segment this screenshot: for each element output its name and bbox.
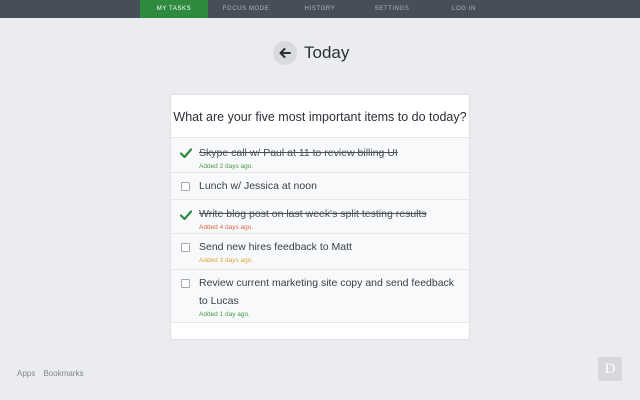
tasks-card: What are your five most important items … — [170, 94, 470, 340]
card-title: What are your five most important items … — [171, 95, 469, 138]
task-meta: Added 4 days ago. — [199, 224, 254, 231]
task-text: Write blog post on last week's split tes… — [199, 208, 427, 220]
back-button[interactable] — [273, 41, 297, 65]
page-title: Today — [304, 43, 350, 62]
checkmark-icon[interactable] — [180, 148, 192, 158]
page-header: Today — [273, 41, 349, 65]
arrow-left-icon — [279, 48, 291, 58]
nav-menu: MY TASKS FOCUS MODE HISTORY SETTINGS LOG… — [140, 0, 500, 18]
task-text: Send new hires feedback to Matt — [199, 241, 352, 253]
nav-settings[interactable]: SETTINGS — [356, 0, 428, 18]
task-text: Lunch w/ Jessica at noon — [199, 180, 317, 192]
task-text: Review current marketing site copy and s… — [199, 277, 455, 307]
task-item: Write blog post on last week's split tes… — [171, 200, 469, 234]
task-text: Skype call w/ Paul at 11 to review billi… — [199, 147, 398, 159]
task-item: Lunch w/ Jessica at noon — [171, 173, 469, 200]
task-item: Skype call w/ Paul at 11 to review billi… — [171, 138, 469, 173]
nav-log-in[interactable]: LOG IN — [428, 0, 500, 18]
checkbox[interactable] — [181, 243, 190, 252]
task-meta: Added 1 day ago. — [199, 311, 250, 318]
logo-icon: D — [598, 357, 622, 381]
checkmark-icon[interactable] — [180, 210, 192, 220]
checkbox[interactable] — [181, 182, 190, 191]
checkbox[interactable] — [181, 279, 190, 288]
apps-link[interactable]: Apps — [17, 369, 35, 378]
bookmarks-link[interactable]: Bookmarks — [43, 369, 83, 378]
footer-links: Apps Bookmarks — [17, 369, 89, 378]
task-list: Skype call w/ Paul at 11 to review billi… — [171, 138, 469, 323]
nav-my-tasks[interactable]: MY TASKS — [140, 0, 208, 18]
task-meta: Added 2 days ago. — [199, 163, 254, 170]
nav-history[interactable]: HISTORY — [284, 0, 356, 18]
top-nav: MY TASKS FOCUS MODE HISTORY SETTINGS LOG… — [0, 0, 640, 18]
nav-focus-mode[interactable]: FOCUS MODE — [208, 0, 284, 18]
task-meta: Added 3 days ago. — [199, 257, 254, 264]
task-item: Send new hires feedback to Matt Added 3 … — [171, 234, 469, 270]
task-item: Review current marketing site copy and s… — [171, 270, 469, 323]
